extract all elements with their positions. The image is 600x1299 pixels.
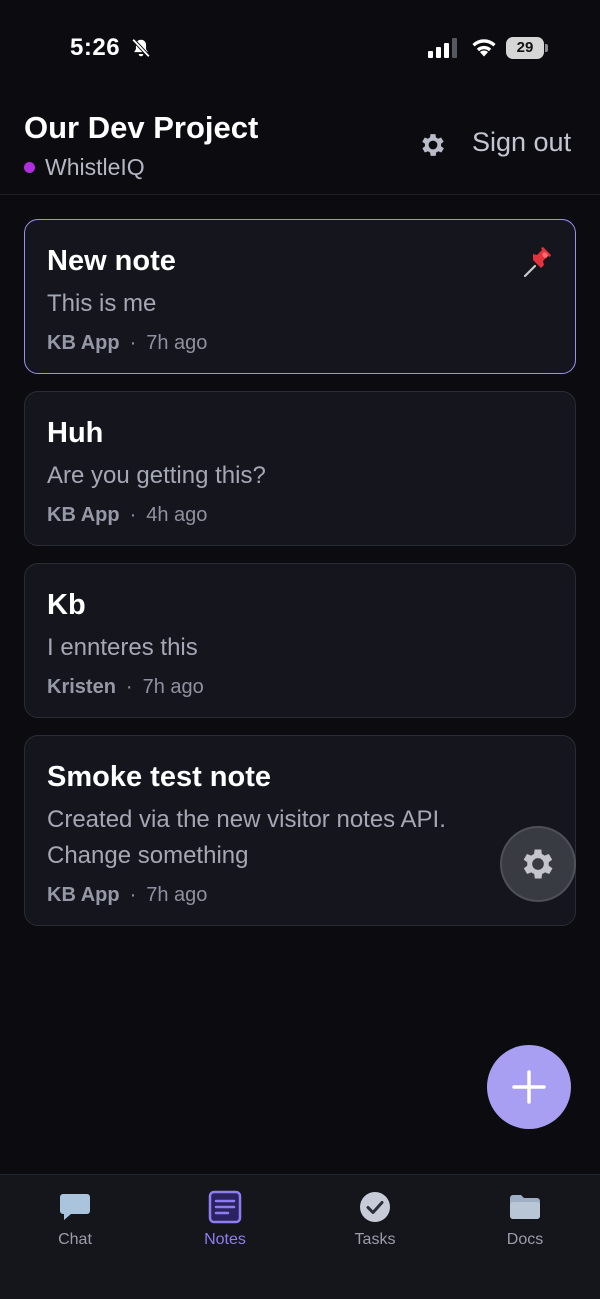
note-card[interactable]: Smoke test note Created via the new visi… — [24, 735, 576, 926]
note-body: This is me — [47, 290, 157, 317]
meta-separator: · — [125, 676, 133, 698]
meta-separator: · — [129, 332, 137, 354]
note-time: 7h ago — [146, 884, 208, 906]
note-author: KB App — [47, 884, 120, 906]
battery-indicator: 29 — [506, 37, 548, 59]
bottom-tab-bar: Chat Notes Tasks Docs — [0, 1174, 600, 1299]
note-title: Huh — [47, 417, 104, 449]
org-row[interactable]: WhistleIQ — [24, 154, 145, 181]
battery-cap — [545, 44, 548, 52]
note-author: KB App — [47, 332, 120, 354]
org-status-dot — [24, 162, 35, 173]
tab-label: Tasks — [354, 1231, 396, 1248]
note-card[interactable]: New note This is me KB App · 7h ago — [24, 219, 576, 374]
floating-settings-button[interactable] — [500, 826, 576, 902]
gear-icon — [523, 849, 553, 879]
sign-out-button[interactable]: Sign out — [472, 127, 571, 158]
notes-icon — [208, 1190, 242, 1224]
tab-label: Docs — [506, 1231, 544, 1248]
project-title: Our Dev Project — [24, 110, 259, 145]
note-time: 4h ago — [146, 504, 208, 526]
tab-label: Notes — [204, 1231, 246, 1248]
bell-muted-icon — [131, 38, 151, 58]
note-card[interactable]: Huh Are you getting this? KB App · 4h ag… — [24, 391, 576, 546]
note-meta: KB App · 4h ago — [47, 504, 553, 527]
meta-separator: · — [129, 884, 137, 906]
status-time: 5:26 — [70, 34, 121, 61]
tab-chat[interactable]: Chat — [0, 1175, 150, 1299]
note-title: Smoke test note — [47, 761, 271, 793]
chat-bubble-icon — [60, 1194, 90, 1220]
cellular-signal-icon — [428, 38, 457, 58]
app-header: Our Dev Project WhistleIQ Sign out — [0, 100, 600, 195]
note-card[interactable]: Kb I ennteres this Kristen · 7h ago — [24, 563, 576, 718]
note-meta: Kristen · 7h ago — [47, 676, 553, 699]
pushpin-icon[interactable] — [521, 246, 555, 280]
status-bar: 5:26 29 — [0, 0, 600, 96]
note-time: 7h ago — [146, 332, 208, 354]
folder-icon — [510, 1195, 540, 1219]
wifi-icon — [472, 39, 496, 57]
note-meta: KB App · 7h ago — [47, 332, 553, 355]
note-body: I ennteres this — [47, 634, 198, 661]
add-note-button[interactable] — [487, 1045, 571, 1129]
note-title: New note — [47, 245, 176, 277]
note-time: 7h ago — [142, 676, 204, 698]
plus-icon — [512, 1070, 546, 1104]
notes-list: New note This is me KB App · 7h ago Huh … — [24, 219, 576, 943]
tab-label: Chat — [58, 1231, 92, 1248]
check-circle-icon — [360, 1192, 390, 1222]
tab-notes[interactable]: Notes — [150, 1175, 300, 1299]
note-title: Kb — [47, 589, 86, 621]
tab-tasks[interactable]: Tasks — [300, 1175, 450, 1299]
note-author: Kristen — [47, 676, 116, 698]
note-body: Created via the new visitor notes API. C… — [47, 806, 446, 869]
screen: 5:26 29 Our Dev Project WhistleIQ Sign o… — [0, 0, 600, 1299]
battery-level: 29 — [506, 37, 544, 59]
note-author: KB App — [47, 504, 120, 526]
settings-gear-icon[interactable] — [418, 130, 448, 160]
note-meta: KB App · 7h ago — [47, 884, 553, 907]
meta-separator: · — [129, 504, 137, 526]
note-body: Are you getting this? — [47, 462, 266, 489]
tab-docs[interactable]: Docs — [450, 1175, 600, 1299]
org-name: WhistleIQ — [45, 154, 145, 180]
